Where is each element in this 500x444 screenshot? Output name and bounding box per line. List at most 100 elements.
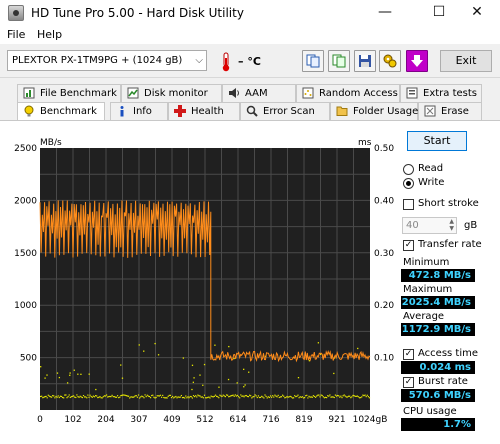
- tab-info[interactable]: Info: [110, 102, 168, 120]
- access-time-point: [141, 395, 143, 397]
- access-time-point: [217, 396, 219, 398]
- extra-tests-icon: [406, 87, 418, 99]
- access-time-point: [143, 397, 145, 399]
- tab-aam[interactable]: AAM: [222, 84, 296, 102]
- access-time-point: [283, 395, 285, 397]
- menu-help[interactable]: Help: [37, 28, 62, 41]
- access-time-point: [368, 397, 371, 399]
- tab-random-access[interactable]: Random Access: [296, 84, 400, 102]
- access-time-point: [352, 394, 354, 397]
- temperature-readout: – °C: [238, 55, 261, 68]
- access-time-point: [130, 396, 132, 398]
- write-radio[interactable]: [403, 178, 414, 189]
- access-time-point: [230, 395, 232, 397]
- access-time-point: [293, 397, 295, 399]
- read-radio[interactable]: [403, 164, 414, 175]
- access-time-point: [272, 395, 274, 397]
- copy-screenshot-button[interactable]: [328, 50, 350, 72]
- short-stroke-spinner[interactable]: 40 ▲ ▼: [402, 217, 457, 234]
- access-time-point: [106, 394, 108, 396]
- access-time-point: [332, 396, 334, 398]
- access-time-point: [337, 394, 339, 397]
- down-arrow-icon: [411, 55, 423, 67]
- access-time-outlier-point: [199, 374, 201, 376]
- menu-file[interactable]: File: [7, 28, 25, 41]
- access-time-point: [125, 395, 127, 397]
- access-time-point: [351, 396, 353, 398]
- close-button[interactable]: ✕: [454, 0, 500, 26]
- tab-extra-tests[interactable]: Extra tests: [400, 84, 482, 102]
- minimize-button[interactable]: —: [362, 0, 408, 26]
- access-time-point: [117, 395, 119, 397]
- access-time-point: [212, 396, 214, 398]
- tab-folder-usage[interactable]: Folder Usage: [330, 102, 418, 120]
- access-time-point: [304, 397, 306, 399]
- start-button[interactable]: Start: [407, 131, 467, 151]
- access-time-point: [132, 396, 134, 398]
- access-time-checkbox[interactable]: ✓: [403, 349, 414, 360]
- y-axis-left-label: MB/s: [40, 138, 62, 148]
- access-time-point: [99, 396, 101, 398]
- exit-button[interactable]: Exit: [440, 50, 492, 72]
- access-time-point: [188, 397, 190, 399]
- short-stroke-checkbox[interactable]: [403, 199, 414, 210]
- copy-info-button[interactable]: [302, 50, 324, 72]
- drive-select[interactable]: PLEXTOR PX-1TM9PG + (1024 gB) ⌵: [7, 50, 207, 71]
- tab-health[interactable]: Health: [168, 102, 240, 120]
- save-button[interactable]: [354, 50, 376, 72]
- tab-benchmark[interactable]: Benchmark: [17, 102, 105, 122]
- access-time-point: [49, 396, 52, 398]
- access-time-point: [365, 396, 367, 398]
- access-time-point: [247, 396, 250, 398]
- x-tick-label: 102: [64, 415, 81, 425]
- access-time-point: [280, 396, 283, 398]
- access-time-point: [364, 394, 366, 396]
- access-time-point: [210, 395, 212, 397]
- access-time-point: [77, 396, 79, 398]
- minimum-label: Minimum: [403, 257, 450, 268]
- short-stroke-label: Short stroke: [418, 198, 479, 209]
- burst-rate-checkbox[interactable]: ✓: [403, 377, 414, 388]
- access-time-point: [307, 397, 309, 399]
- access-time-point: [297, 394, 299, 396]
- access-time-point: [302, 397, 305, 399]
- short-stroke-unit: gB: [464, 220, 478, 231]
- access-time-point: [312, 395, 314, 397]
- cpu-usage-label: CPU usage: [403, 406, 457, 417]
- access-time-outlier-point: [244, 384, 246, 386]
- access-time-point: [246, 395, 248, 398]
- tab-disk-monitor[interactable]: Disk monitor: [121, 84, 222, 102]
- options-button[interactable]: [379, 50, 401, 72]
- access-time-point: [88, 396, 90, 398]
- transfer-rate-checkbox[interactable]: ✓: [403, 240, 414, 251]
- access-time-outlier-point: [73, 369, 75, 371]
- access-time-point: [113, 396, 115, 398]
- access-time-point: [222, 394, 224, 396]
- tab-erase[interactable]: Erase: [418, 102, 482, 120]
- y-right-tick-label: 0.40: [374, 196, 394, 206]
- access-time-point: [227, 394, 229, 396]
- access-time-point: [294, 395, 296, 397]
- tab-error-scan[interactable]: Error Scan: [240, 102, 330, 120]
- access-time-point: [198, 395, 200, 397]
- access-time-outlier-point: [248, 371, 250, 373]
- access-time-point: [131, 396, 133, 398]
- short-stroke-value: 40: [406, 220, 419, 231]
- access-time-point: [189, 395, 191, 398]
- access-time-outlier-point: [243, 386, 245, 388]
- access-time-point: [321, 394, 323, 397]
- access-time-point: [219, 394, 221, 396]
- access-time-point: [124, 394, 126, 396]
- access-time-point: [168, 394, 170, 397]
- access-time-outlier-point: [120, 364, 122, 366]
- error-scan-icon: [246, 105, 258, 117]
- access-time-point: [353, 395, 355, 397]
- access-time-point: [278, 396, 280, 399]
- access-time-outlier-point: [333, 372, 335, 375]
- access-time-point: [261, 395, 263, 397]
- access-time-point: [357, 396, 360, 398]
- access-time-point: [205, 397, 207, 399]
- download-button[interactable]: [406, 50, 428, 72]
- tab-file-benchmark[interactable]: File Benchmark: [17, 84, 121, 102]
- read-label: Read: [418, 163, 444, 174]
